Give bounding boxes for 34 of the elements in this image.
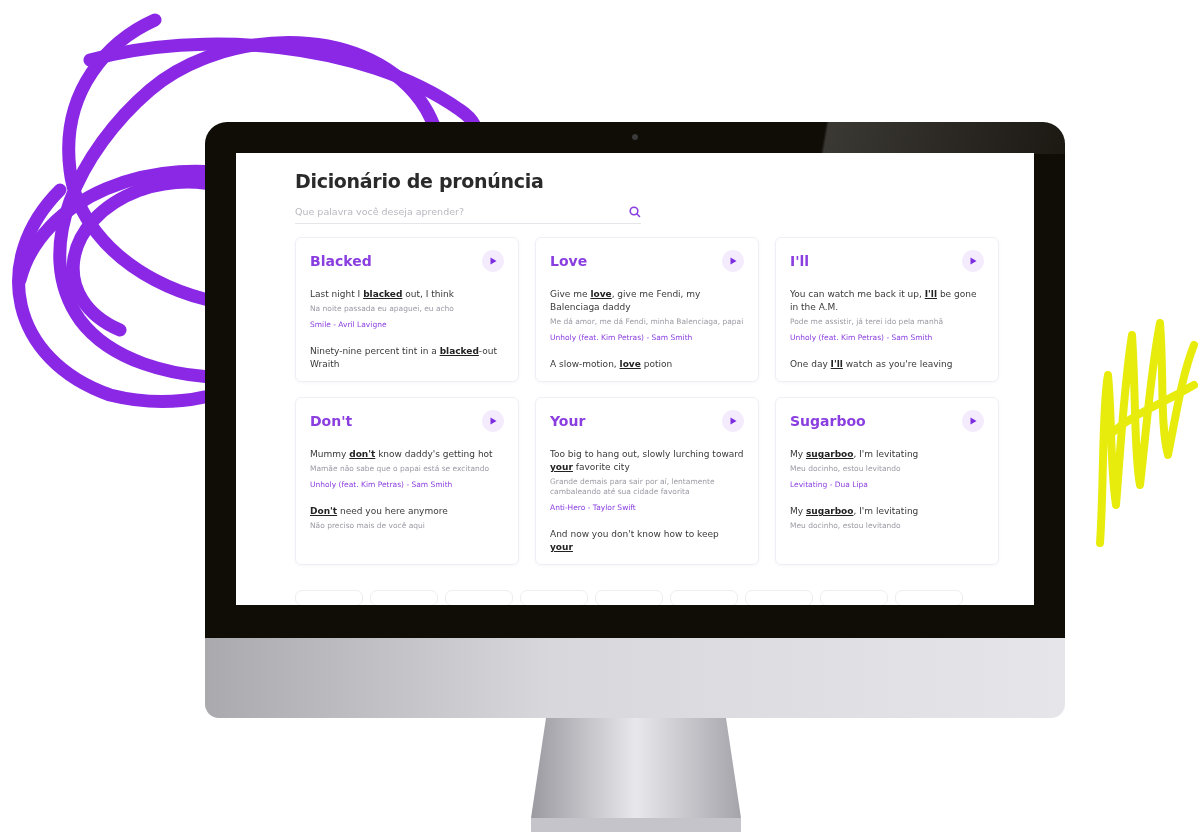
lyric-line: Give me love, give me Fendi, my Balenciaga daddy — [550, 288, 702, 314]
play-icon — [969, 257, 977, 265]
lyric-line: My sugarboo, I'm levitating — [790, 448, 920, 461]
word-title: Love — [550, 253, 588, 269]
word-title: Don't — [310, 413, 353, 429]
search-field[interactable]: Que palavra você deseja aprender? — [295, 198, 641, 224]
word-title: Sugarboo — [790, 413, 866, 429]
word-title: I'll — [790, 253, 810, 269]
play-icon — [489, 417, 497, 425]
lyric-line: And now you don't know how to keep your — [550, 528, 720, 554]
lyric-line: Last night I blacked out, I think — [310, 288, 455, 301]
lyric-line: One day I'll watch as you're leaving — [790, 358, 954, 371]
lyric-line: A slow-motion, love potion — [550, 358, 674, 371]
word-title: Your — [550, 413, 586, 429]
play-icon — [729, 257, 737, 265]
page-title: Dicionário de pronúncia — [295, 170, 545, 192]
play-button[interactable] — [722, 410, 744, 432]
play-icon — [969, 417, 977, 425]
search-icon[interactable] — [629, 206, 641, 218]
play-button[interactable] — [962, 410, 984, 432]
lyric-line: Too big to hang out, slowly lurching toward your favorite city — [550, 448, 744, 474]
lyric-line: Mummy don't know daddy's getting hot — [310, 448, 494, 461]
play-button[interactable] — [482, 410, 504, 432]
play-button[interactable] — [722, 250, 744, 272]
word-title: Blacked — [310, 253, 372, 269]
play-button[interactable] — [482, 250, 504, 272]
lyric-line: Ninety-nine percent tint in a blacked-out Wraith — [310, 345, 498, 371]
lyric-line: My sugarboo, I'm levitating — [790, 505, 920, 518]
play-icon — [489, 257, 497, 265]
lyric-line: Don't need you here anymore — [310, 505, 449, 518]
camera-icon — [632, 134, 638, 140]
play-icon — [729, 417, 737, 425]
lyric-line: You can watch me back it up, I'll be gone in the A.M. — [790, 288, 978, 314]
play-button[interactable] — [962, 250, 984, 272]
